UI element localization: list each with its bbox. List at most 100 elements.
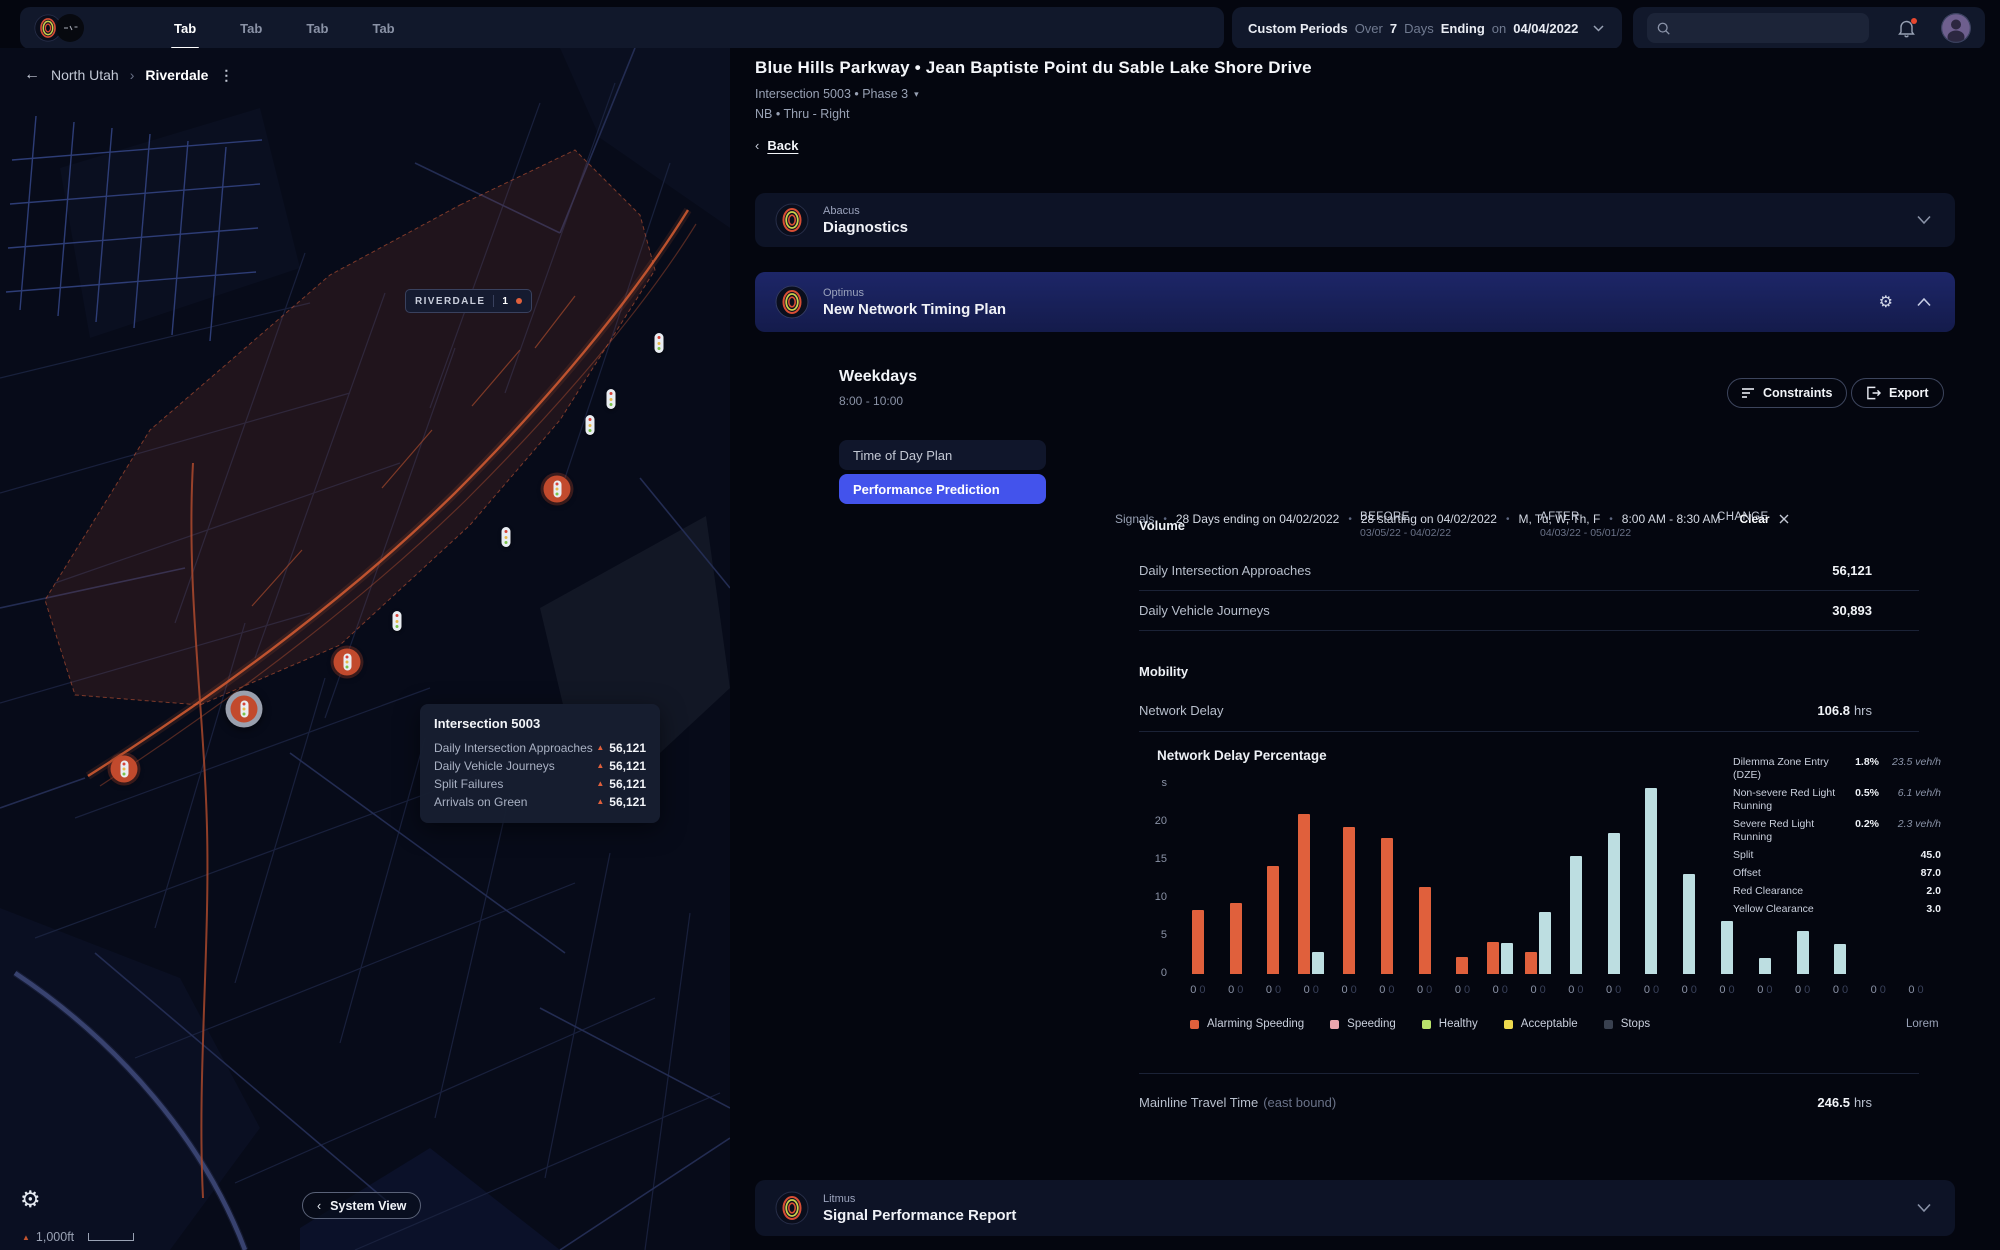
search-box[interactable] <box>1647 13 1869 43</box>
annotation-label: Non-severe Red Light Running <box>1733 787 1845 813</box>
legend-label: Alarming Speeding <box>1207 1018 1304 1030</box>
map-canvas[interactable]: ← North Utah › Riverdale ⋮ RIVERDALE 1 I… <box>0 48 730 1250</box>
legend-footer: Lorem <box>1906 1018 1939 1030</box>
map-scale: ▲ 1,000ft <box>22 1230 134 1244</box>
period-over: Over <box>1355 21 1383 36</box>
signal-marker-alert[interactable] <box>544 476 571 503</box>
scale-marker-icon: ▲ <box>22 1233 30 1242</box>
legend-item: Alarming Speeding <box>1190 1018 1304 1030</box>
section-litmus-performance-report[interactable]: Litmus Signal Performance Report <box>755 1180 1955 1236</box>
tooltip-row-value: ▲56,121 <box>596 739 646 757</box>
export-button[interactable]: Export <box>1851 378 1944 408</box>
annotation-label: Dilemma Zone Entry (DZE) <box>1733 756 1845 782</box>
chevron-down-icon[interactable] <box>1917 1204 1931 1213</box>
tab-1[interactable]: Tab <box>240 7 262 49</box>
period-selector[interactable]: Custom Periods Over 7 Days Ending on 04/… <box>1232 7 1622 49</box>
tab-label: Tab <box>372 21 394 36</box>
scale-label: 1,000ft <box>36 1230 74 1244</box>
tab-0[interactable]: Tab <box>174 7 196 49</box>
badge-divider <box>493 295 494 307</box>
chart-bar <box>1539 912 1551 974</box>
section-app-name: Abacus <box>823 205 908 217</box>
settings-gear-icon[interactable]: ⚙ <box>1879 292 1893 312</box>
legend-item: Acceptable <box>1504 1018 1578 1030</box>
alert-circle-icon <box>111 756 138 783</box>
before-column-header: BEFORE 03/05/22 - 04/02/22 <box>1360 511 1451 539</box>
signal-marker[interactable] <box>586 415 595 435</box>
brand[interactable] <box>34 14 84 42</box>
area-badge-riverdale[interactable]: RIVERDALE 1 <box>405 289 532 313</box>
section-optimus-timing-plan[interactable]: Optimus New Network Timing Plan ⚙ <box>755 272 1955 332</box>
tab-3[interactable]: Tab <box>372 7 394 49</box>
annotation-row: Non-severe Red Light Running0.5%6.1 veh/… <box>1733 787 1941 813</box>
change-label: CHANGE <box>1717 511 1769 523</box>
before-label: BEFORE <box>1360 511 1451 523</box>
scale-bar <box>88 1233 134 1241</box>
back-button[interactable]: ‹ Back <box>755 138 798 153</box>
annotation-row: Red Clearance2.0 <box>1733 885 1941 898</box>
breadcrumb-region[interactable]: North Utah <box>51 67 119 83</box>
tab-performance-prediction[interactable]: Performance Prediction <box>839 474 1046 504</box>
chart-bar-group: 00 <box>1595 770 1633 974</box>
legend-swatch <box>1190 1020 1199 1029</box>
close-icon[interactable] <box>1779 514 1789 524</box>
section-abacus-diagnostics[interactable]: Abacus Diagnostics <box>755 193 1955 247</box>
tab-2[interactable]: Tab <box>306 7 328 49</box>
user-avatar[interactable] <box>1941 13 1971 43</box>
tooltip-row-label: Daily Intersection Approaches <box>434 739 593 757</box>
y-tick-label: 20 <box>1125 815 1167 827</box>
chart-bar <box>1501 943 1513 974</box>
tab-label: Time of Day Plan <box>853 448 952 463</box>
tab-time-of-day-plan[interactable]: Time of Day Plan <box>839 440 1046 470</box>
chart-bar-group: 00 <box>1217 770 1255 974</box>
tooltip-row: Daily Intersection Approaches▲56,121 <box>434 739 646 757</box>
signal-marker-alert[interactable] <box>111 756 138 783</box>
breadcrumb-menu-icon[interactable]: ⋮ <box>219 67 234 84</box>
after-label: AFTER <box>1540 511 1631 523</box>
traffic-light-icon <box>502 527 511 547</box>
y-tick-label: 15 <box>1125 853 1167 865</box>
x-tick-label: 00 <box>1708 984 1746 996</box>
chevron-down-icon[interactable] <box>1917 216 1931 225</box>
chart-bar <box>1192 910 1204 974</box>
signal-marker-alert[interactable] <box>334 649 361 676</box>
system-view-button[interactable]: ‹ System View <box>302 1192 421 1219</box>
signal-marker[interactable] <box>393 611 402 631</box>
breadcrumb-separator: › <box>130 67 135 83</box>
x-tick-label: 00 <box>1859 984 1897 996</box>
chart-bar <box>1343 827 1355 974</box>
constraints-button[interactable]: Constraints <box>1727 378 1847 408</box>
filter-summary: Signals •28 Days ending on 04/02/2022•28… <box>1115 512 1789 526</box>
section-title: Signal Performance Report <box>823 1207 1016 1224</box>
area-badge-name: RIVERDALE <box>415 296 485 307</box>
chart-bar-group: 00 <box>1557 770 1595 974</box>
x-tick-label: 00 <box>1670 984 1708 996</box>
chart-bar-group: 00 <box>1292 770 1330 974</box>
search-input[interactable] <box>1678 20 1859 37</box>
chart-annotations: Dilemma Zone Entry (DZE)1.8%23.5 veh/hNo… <box>1733 756 1941 921</box>
signal-marker[interactable] <box>655 333 664 353</box>
x-tick-label: 00 <box>1633 984 1671 996</box>
tab-label: Tab <box>240 21 262 36</box>
back-label: Back <box>767 138 798 153</box>
chevron-up-icon[interactable] <box>1917 298 1931 307</box>
tooltip-row: Split Failures▲56,121 <box>434 775 646 793</box>
after-column-header: AFTER 04/03/22 - 05/01/22 <box>1540 511 1631 539</box>
map-settings-gear-icon[interactable]: ⚙ <box>20 1186 41 1213</box>
breadcrumb-city[interactable]: Riverdale <box>145 67 208 83</box>
chart-title: Network Delay Percentage <box>1157 748 1327 763</box>
export-icon <box>1866 386 1881 400</box>
signal-marker[interactable] <box>502 527 511 547</box>
detail-panel: Blue Hills Parkway • Jean Baptiste Point… <box>730 48 2000 1250</box>
map-basemap <box>0 48 730 1250</box>
phase-dropdown-caret-icon[interactable]: ▾ <box>914 89 919 100</box>
bullet-separator: • <box>1348 514 1352 525</box>
tooltip-row-number: 56,121 <box>609 793 646 811</box>
back-arrow-icon[interactable]: ← <box>24 66 40 84</box>
tooltip-row-label: Arrivals on Green <box>434 793 527 811</box>
signal-marker-selected[interactable] <box>226 691 263 728</box>
notifications-button[interactable] <box>1897 18 1917 38</box>
signal-marker[interactable] <box>607 389 616 409</box>
row-label: Daily Intersection Approaches <box>1139 550 1311 590</box>
system-view-label: System View <box>330 1199 406 1213</box>
